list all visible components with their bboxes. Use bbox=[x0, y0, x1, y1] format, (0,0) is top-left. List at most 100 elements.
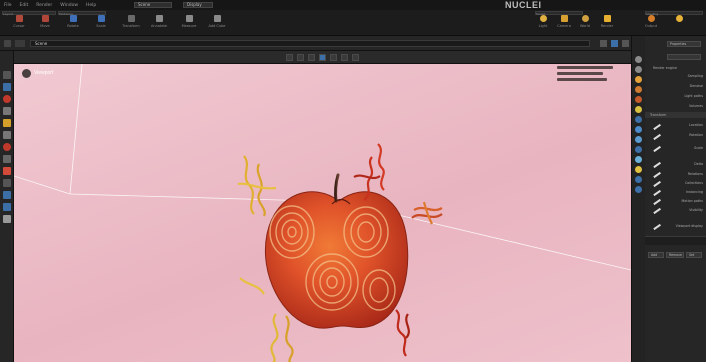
transform-tool-icon[interactable] bbox=[2, 131, 11, 139]
measure-tool-icon[interactable] bbox=[2, 155, 11, 163]
menu-window[interactable]: Window bbox=[56, 3, 82, 8]
brush-icon bbox=[653, 161, 661, 168]
ribbon-button-rotate[interactable]: Rotate bbox=[62, 15, 84, 33]
light-icon bbox=[539, 15, 547, 22]
move-tool-icon[interactable] bbox=[2, 95, 11, 103]
ribbon-button-render[interactable]: Render bbox=[596, 15, 618, 33]
left-toolbar bbox=[0, 51, 14, 362]
world-tab-icon[interactable] bbox=[635, 106, 642, 113]
property-row[interactable]: Rotation bbox=[689, 133, 703, 137]
ribbon-button-annotate[interactable]: Annotate bbox=[148, 15, 170, 33]
scale-icon bbox=[97, 15, 105, 22]
menu-file[interactable]: File bbox=[0, 3, 16, 8]
cursor-tool-icon[interactable] bbox=[2, 71, 11, 79]
brush-icon bbox=[653, 171, 661, 178]
view-menu-icon[interactable] bbox=[15, 40, 25, 47]
property-row[interactable]: Light paths bbox=[685, 94, 704, 98]
brush-tool-icon[interactable] bbox=[297, 53, 304, 61]
view-layer-tab-icon[interactable] bbox=[635, 86, 642, 93]
property-row[interactable]: Denoise bbox=[690, 84, 703, 88]
ribbon-button-transform[interactable]: Transform bbox=[120, 15, 142, 33]
ribbon-button-cursor[interactable]: Cursor bbox=[8, 15, 30, 33]
add-button[interactable]: Add bbox=[648, 252, 664, 258]
ribbon-label: Render bbox=[600, 24, 614, 28]
physics-tab-icon[interactable] bbox=[635, 146, 642, 153]
ribbon-button-output[interactable]: Output bbox=[640, 15, 662, 33]
menu-edit[interactable]: Edit bbox=[16, 3, 33, 8]
axis-line bbox=[69, 193, 315, 202]
ribbon-button-light[interactable]: Light bbox=[532, 15, 554, 33]
dna-helix-red-bottom bbox=[395, 309, 410, 357]
scale-tool-icon[interactable] bbox=[2, 119, 11, 127]
dna-helix-red-top bbox=[353, 143, 385, 201]
render-tab-icon[interactable] bbox=[635, 66, 642, 73]
add-tool-icon[interactable] bbox=[2, 167, 11, 175]
ribbon-button-add-cube[interactable]: Add Cube bbox=[206, 15, 228, 33]
snap-icon[interactable] bbox=[308, 53, 315, 61]
modifier-tab-icon[interactable] bbox=[635, 126, 642, 133]
loop-cut-icon[interactable] bbox=[2, 203, 11, 211]
property-row[interactable]: Volumes bbox=[689, 104, 703, 108]
shading-icon[interactable] bbox=[611, 40, 618, 47]
remove-button[interactable]: Remove bbox=[666, 252, 684, 258]
property-row[interactable]: Scale bbox=[694, 146, 703, 150]
ribbon-button-extra[interactable] bbox=[668, 15, 690, 33]
select-tool-icon[interactable] bbox=[286, 53, 293, 61]
property-row[interactable]: Location bbox=[689, 123, 703, 127]
ribbon-button-move[interactable]: Move bbox=[34, 15, 56, 33]
editor-type-icon[interactable] bbox=[4, 40, 11, 47]
properties-header[interactable]: Properties bbox=[667, 41, 701, 47]
property-row[interactable]: Visibility bbox=[689, 208, 703, 212]
property-row[interactable]: Relations bbox=[688, 172, 703, 176]
select-box-icon[interactable] bbox=[2, 83, 11, 91]
ribbon-label: Output bbox=[644, 24, 658, 28]
tool-tab-icon[interactable] bbox=[635, 56, 642, 63]
proportional-icon[interactable] bbox=[319, 53, 326, 61]
section-header[interactable]: Transform bbox=[645, 112, 706, 118]
ribbon-label: Light bbox=[538, 24, 548, 28]
constraints-tab-icon[interactable] bbox=[635, 156, 642, 163]
material-tab-icon[interactable] bbox=[635, 176, 642, 183]
3d-viewport[interactable]: Viewport bbox=[14, 64, 631, 362]
texture-tab-icon[interactable] bbox=[635, 186, 642, 193]
section-title: Transform bbox=[650, 113, 667, 117]
property-row[interactable]: Delta bbox=[694, 162, 703, 166]
extrude-tool-icon[interactable] bbox=[2, 179, 11, 187]
menu-help[interactable]: Help bbox=[82, 3, 100, 8]
overlay-icon[interactable] bbox=[600, 40, 607, 47]
annotate-icon bbox=[155, 15, 163, 22]
property-row[interactable]: Instancing bbox=[686, 190, 703, 194]
rotate-tool-icon[interactable] bbox=[2, 107, 11, 115]
data-tab-icon[interactable] bbox=[635, 166, 642, 173]
scene-tab-icon[interactable] bbox=[635, 96, 642, 103]
property-row[interactable]: Collections bbox=[685, 181, 703, 185]
output-tab-icon[interactable] bbox=[635, 76, 642, 83]
brush-icon bbox=[653, 123, 661, 130]
ribbon-button-world[interactable]: World bbox=[574, 15, 596, 33]
pivot-icon[interactable] bbox=[330, 53, 337, 61]
smooth-tool-icon[interactable] bbox=[2, 215, 11, 223]
axis-line bbox=[14, 175, 71, 195]
particles-tab-icon[interactable] bbox=[635, 136, 642, 143]
scene-selector[interactable]: Scene bbox=[134, 2, 172, 8]
knife-tool-icon[interactable] bbox=[2, 191, 11, 199]
brush-icon bbox=[653, 145, 661, 152]
property-row[interactable]: Sampling bbox=[688, 74, 703, 78]
ribbon-button-measure[interactable]: Measure bbox=[178, 15, 200, 33]
ribbon-button-camera[interactable]: Camera bbox=[553, 15, 575, 33]
annotate-tool-icon[interactable] bbox=[2, 143, 11, 151]
gizmo-icon[interactable] bbox=[622, 40, 629, 47]
display-selector[interactable]: Display bbox=[183, 2, 213, 8]
properties-search[interactable] bbox=[667, 54, 701, 60]
path-field[interactable]: Scene bbox=[30, 40, 590, 47]
mirror-icon[interactable] bbox=[352, 53, 359, 61]
menu-render[interactable]: Render bbox=[32, 3, 56, 8]
object-tab-icon[interactable] bbox=[635, 116, 642, 123]
ribbon-button-scale[interactable]: Scale bbox=[90, 15, 112, 33]
property-row[interactable]: Motion paths bbox=[682, 199, 703, 203]
set-button[interactable]: Set bbox=[686, 252, 702, 258]
property-row[interactable]: Viewport display bbox=[676, 224, 703, 228]
move-icon bbox=[41, 15, 49, 22]
link-icon[interactable] bbox=[341, 53, 348, 61]
sun-icon bbox=[675, 15, 683, 22]
